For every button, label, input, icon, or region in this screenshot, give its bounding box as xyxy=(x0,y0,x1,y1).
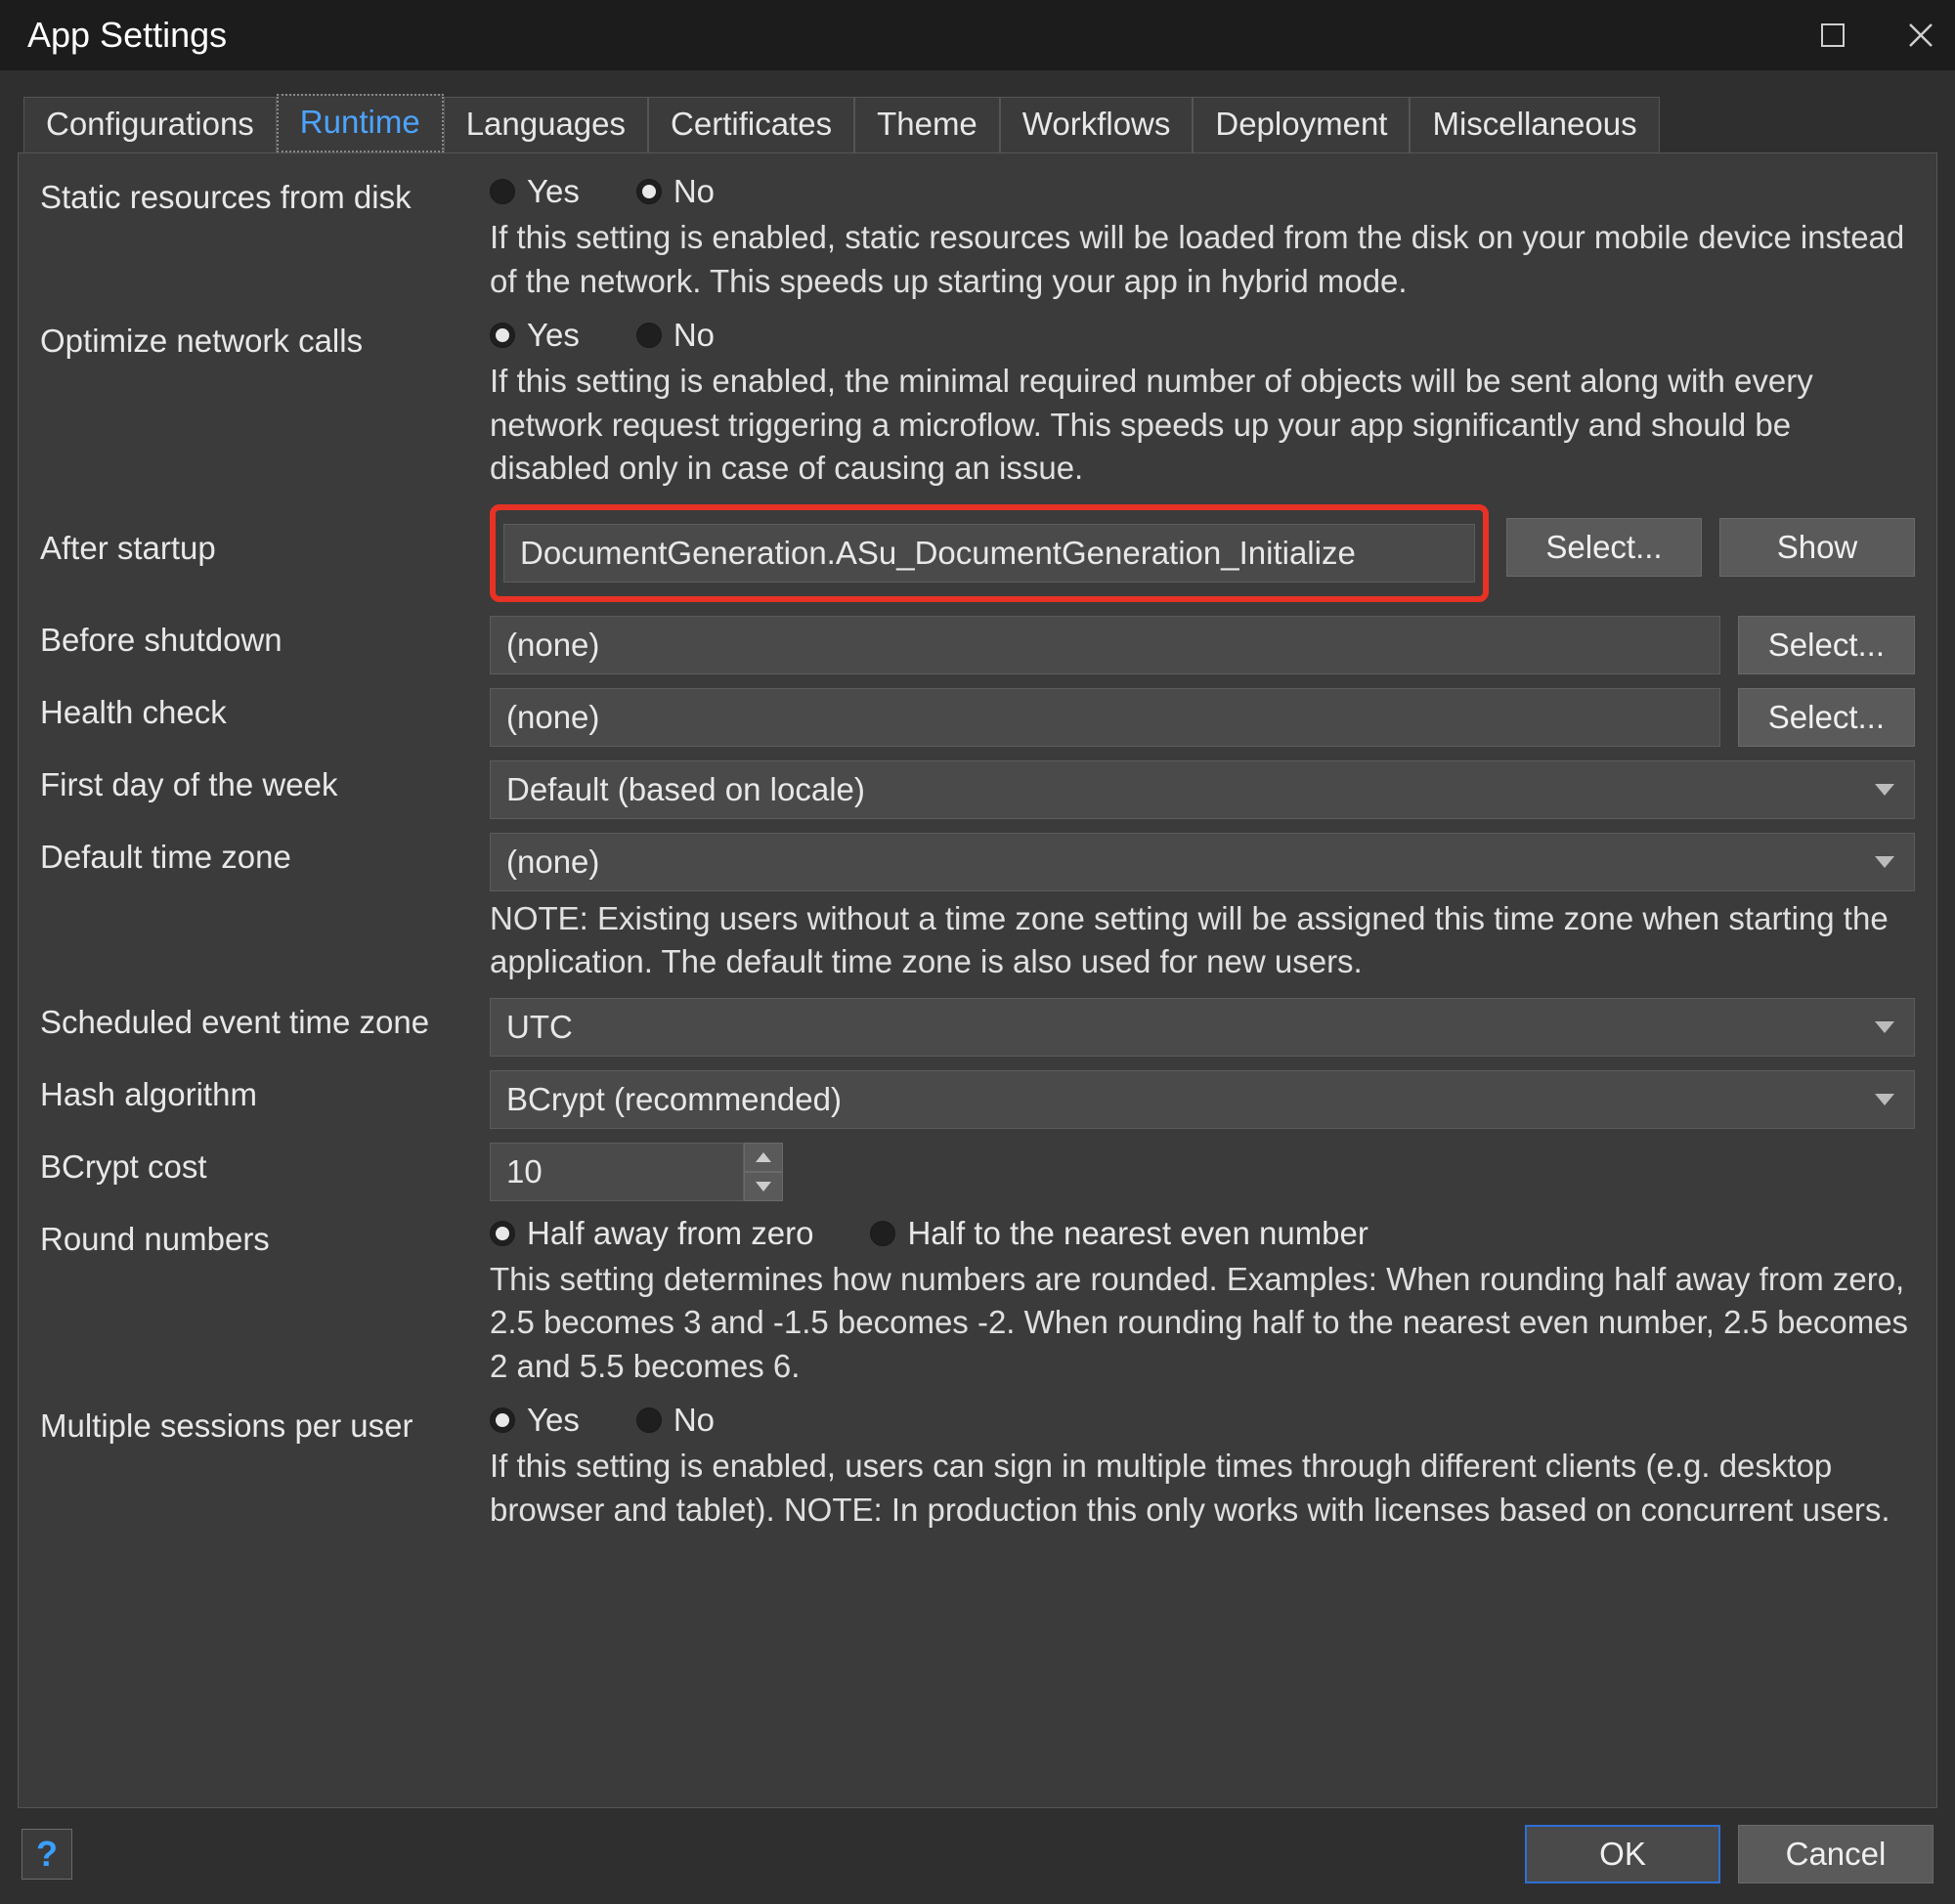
hash-algo-label: Hash algorithm xyxy=(40,1070,490,1113)
after-startup-select-button[interactable]: Select... xyxy=(1506,518,1702,577)
bcrypt-cost-value[interactable]: 10 xyxy=(490,1143,744,1201)
before-shutdown-label: Before shutdown xyxy=(40,616,490,659)
help-button[interactable]: ? xyxy=(22,1829,72,1880)
first-day-value: Default (based on locale) xyxy=(506,771,865,808)
tab-certificates[interactable]: Certificates xyxy=(648,97,854,152)
optimize-network-yes[interactable]: Yes xyxy=(490,317,580,354)
tab-workflows[interactable]: Workflows xyxy=(1000,97,1194,152)
maximize-button[interactable] xyxy=(1818,21,1847,50)
optimize-network-label: Optimize network calls xyxy=(40,317,490,360)
title-bar: App Settings xyxy=(0,0,1955,70)
default-tz-note: NOTE: Existing users without a time zone… xyxy=(490,897,1915,984)
round-half-away-label: Half away from zero xyxy=(527,1215,813,1252)
default-tz-label: Default time zone xyxy=(40,833,490,876)
chevron-down-icon xyxy=(1875,784,1894,796)
after-startup-highlight: DocumentGeneration.ASu_DocumentGeneratio… xyxy=(490,504,1489,602)
static-resources-desc: If this setting is enabled, static resou… xyxy=(490,216,1915,303)
tab-strip: Configurations Runtime Languages Certifi… xyxy=(0,70,1955,152)
cancel-button[interactable]: Cancel xyxy=(1738,1825,1933,1883)
hash-algo-value: BCrypt (recommended) xyxy=(506,1081,842,1118)
round-numbers-label: Round numbers xyxy=(40,1215,490,1258)
multi-sessions-no[interactable]: No xyxy=(636,1402,715,1439)
round-half-away[interactable]: Half away from zero xyxy=(490,1215,813,1252)
static-resources-yes-label: Yes xyxy=(527,173,580,210)
optimize-network-yes-label: Yes xyxy=(527,317,580,354)
close-button[interactable] xyxy=(1906,21,1935,50)
health-check-field[interactable]: (none) xyxy=(490,688,1720,747)
runtime-panel: Static resources from disk Yes No If thi… xyxy=(18,152,1937,1808)
optimize-network-no[interactable]: No xyxy=(636,317,715,354)
sched-tz-label: Scheduled event time zone xyxy=(40,998,490,1041)
tab-theme[interactable]: Theme xyxy=(854,97,1000,152)
dialog-footer: ? OK Cancel xyxy=(0,1822,1955,1904)
hash-algo-dropdown[interactable]: BCrypt (recommended) xyxy=(490,1070,1915,1129)
after-startup-field[interactable]: DocumentGeneration.ASu_DocumentGeneratio… xyxy=(503,524,1475,583)
after-startup-label: After startup xyxy=(40,504,490,567)
optimize-network-desc: If this setting is enabled, the minimal … xyxy=(490,360,1915,491)
chevron-down-icon xyxy=(1875,856,1894,868)
multi-sessions-yes-label: Yes xyxy=(527,1402,580,1439)
help-icon: ? xyxy=(36,1834,58,1875)
round-numbers-desc: This setting determines how numbers are … xyxy=(490,1258,1915,1389)
tab-miscellaneous[interactable]: Miscellaneous xyxy=(1410,97,1659,152)
tab-languages[interactable]: Languages xyxy=(444,97,648,152)
bcrypt-cost-label: BCrypt cost xyxy=(40,1143,490,1186)
static-resources-label: Static resources from disk xyxy=(40,173,490,216)
before-shutdown-select-button[interactable]: Select... xyxy=(1738,616,1915,674)
round-half-even[interactable]: Half to the nearest even number xyxy=(870,1215,1368,1252)
bcrypt-cost-spinner[interactable]: 10 xyxy=(490,1143,783,1201)
first-day-dropdown[interactable]: Default (based on locale) xyxy=(490,760,1915,819)
tab-deployment[interactable]: Deployment xyxy=(1193,97,1410,152)
optimize-network-no-label: No xyxy=(673,317,715,354)
sched-tz-value: UTC xyxy=(506,1009,573,1046)
static-resources-no[interactable]: No xyxy=(636,173,715,210)
multi-sessions-no-label: No xyxy=(673,1402,715,1439)
sched-tz-dropdown[interactable]: UTC xyxy=(490,998,1915,1057)
chevron-down-icon xyxy=(1875,1094,1894,1105)
bcrypt-cost-up[interactable] xyxy=(744,1143,783,1172)
round-half-even-label: Half to the nearest even number xyxy=(907,1215,1368,1252)
default-tz-dropdown[interactable]: (none) xyxy=(490,833,1915,891)
before-shutdown-field[interactable]: (none) xyxy=(490,616,1720,674)
window-title: App Settings xyxy=(27,15,1818,56)
static-resources-no-label: No xyxy=(673,173,715,210)
after-startup-show-button[interactable]: Show xyxy=(1719,518,1915,577)
multi-sessions-label: Multiple sessions per user xyxy=(40,1402,490,1445)
health-check-select-button[interactable]: Select... xyxy=(1738,688,1915,747)
default-tz-value: (none) xyxy=(506,844,599,881)
tab-runtime[interactable]: Runtime xyxy=(277,94,444,152)
static-resources-yes[interactable]: Yes xyxy=(490,173,580,210)
health-check-label: Health check xyxy=(40,688,490,731)
ok-button[interactable]: OK xyxy=(1525,1825,1720,1883)
tab-configurations[interactable]: Configurations xyxy=(23,97,277,152)
chevron-down-icon xyxy=(1875,1021,1894,1033)
multi-sessions-yes[interactable]: Yes xyxy=(490,1402,580,1439)
bcrypt-cost-down[interactable] xyxy=(744,1172,783,1201)
first-day-label: First day of the week xyxy=(40,760,490,803)
multi-sessions-desc: If this setting is enabled, users can si… xyxy=(490,1445,1915,1532)
